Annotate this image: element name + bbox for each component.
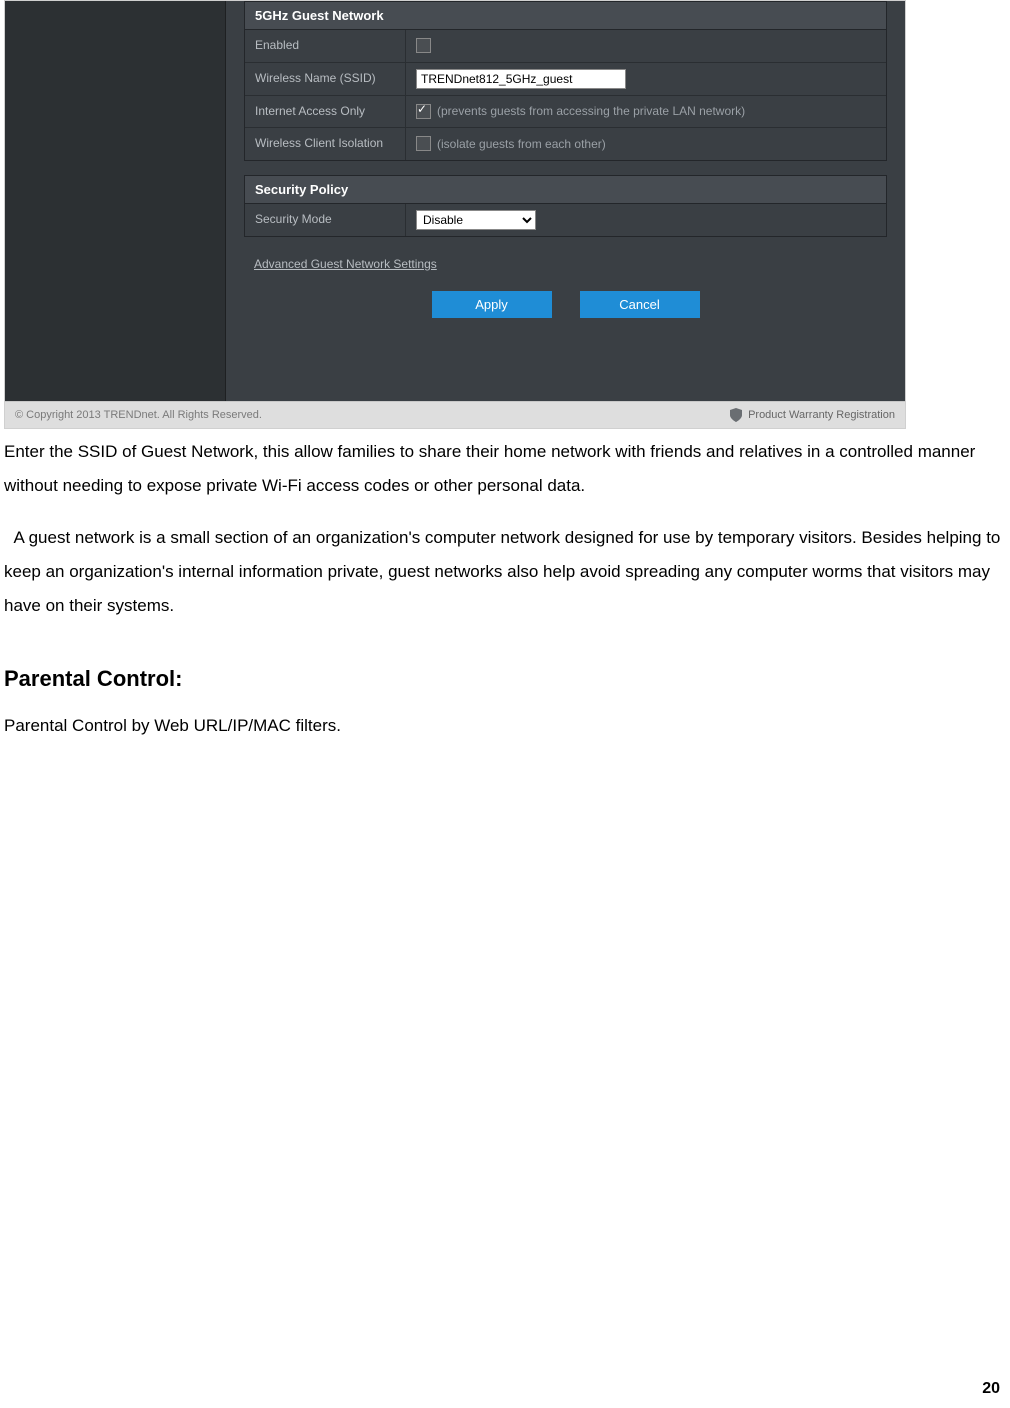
paragraph-3: Parental Control by Web URL/IP/MAC filte… xyxy=(4,709,1006,743)
security-policy-panel: Security Policy Security Mode Disable xyxy=(244,175,887,237)
advanced-settings-link[interactable]: Advanced Guest Network Settings xyxy=(254,257,437,271)
router-footer: © Copyright 2013 TRENDnet. All Rights Re… xyxy=(5,401,905,428)
paragraph-2: A guest network is a small section of an… xyxy=(4,521,1006,623)
internet-access-only-note: (prevents guests from accessing the priv… xyxy=(437,104,745,118)
enabled-label: Enabled xyxy=(245,30,406,62)
security-mode-label: Security Mode xyxy=(245,204,406,236)
guest-network-header: 5GHz Guest Network xyxy=(245,2,886,30)
client-isolation-note: (isolate guests from each other) xyxy=(437,137,606,151)
ssid-label: Wireless Name (SSID) xyxy=(245,63,406,95)
security-mode-select[interactable]: Disable xyxy=(416,210,536,230)
ssid-input[interactable] xyxy=(416,69,626,89)
apply-button[interactable]: Apply xyxy=(432,291,552,318)
cancel-button[interactable]: Cancel xyxy=(580,291,700,318)
enabled-checkbox[interactable] xyxy=(416,38,431,53)
document-body: Enter the SSID of Guest Network, this al… xyxy=(4,435,1006,743)
paragraph-1: Enter the SSID of Guest Network, this al… xyxy=(4,435,1006,503)
guest-network-panel: 5GHz Guest Network Enabled Wireless Name… xyxy=(244,1,887,161)
client-isolation-checkbox[interactable] xyxy=(416,136,431,151)
internet-access-only-checkbox[interactable] xyxy=(416,104,431,119)
router-sidebar xyxy=(5,1,226,401)
security-policy-header: Security Policy xyxy=(245,176,886,204)
router-screenshot: 5GHz Guest Network Enabled Wireless Name… xyxy=(4,0,906,429)
copyright-text: © Copyright 2013 TRENDnet. All Rights Re… xyxy=(15,409,262,421)
internet-access-only-label: Internet Access Only xyxy=(245,96,406,128)
shield-icon xyxy=(730,408,742,422)
parental-control-heading: Parental Control: xyxy=(4,657,1006,701)
page-number: 20 xyxy=(982,1380,1000,1398)
warranty-link[interactable]: Product Warranty Registration xyxy=(748,409,895,421)
client-isolation-label: Wireless Client Isolation xyxy=(245,128,406,160)
